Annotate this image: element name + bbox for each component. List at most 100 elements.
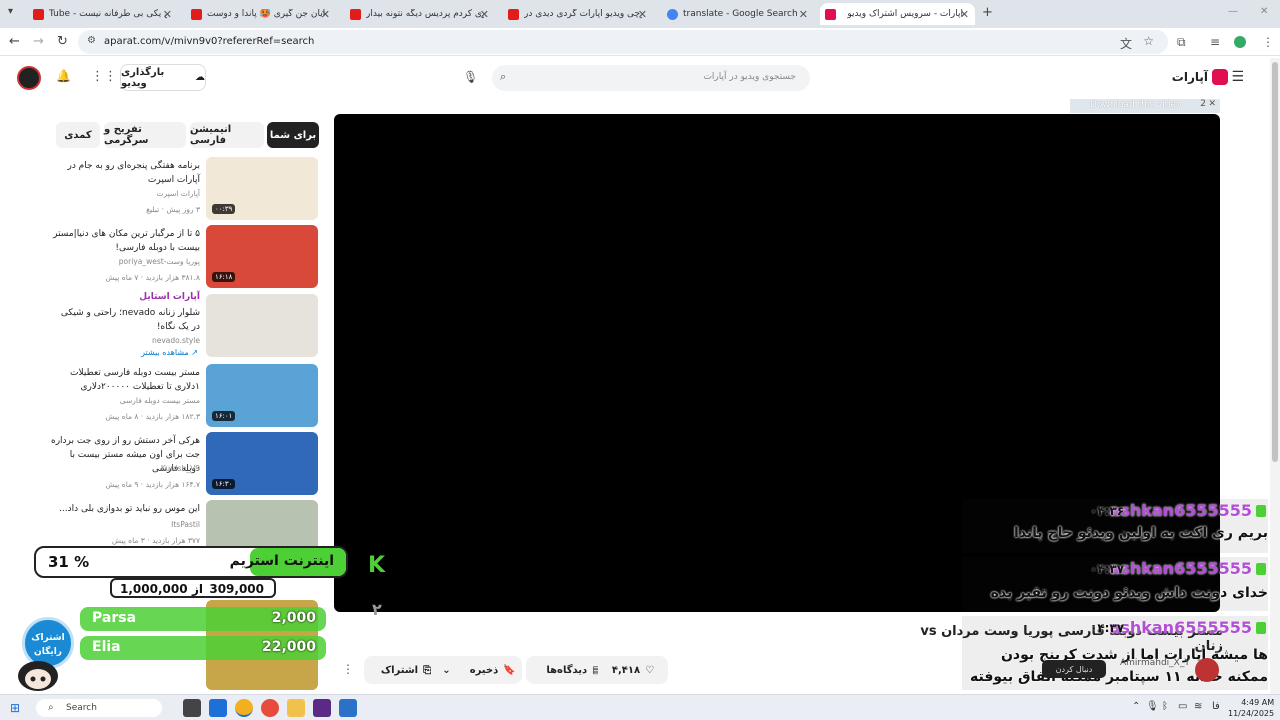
menu-icon[interactable]: ⋮	[1262, 35, 1274, 49]
translate-icon[interactable]: 文	[1120, 35, 1132, 52]
download-label: Download this video	[1090, 100, 1182, 110]
ad-brand: آپارات استایل	[139, 292, 200, 302]
channel-name[interactable]: ItsPastil	[171, 520, 200, 529]
category-comedy[interactable]: کمدی	[56, 122, 100, 148]
tab-list-icon[interactable]: ▾	[8, 6, 13, 17]
minimize-icon[interactable]: —	[1228, 6, 1238, 17]
wifi-icon[interactable]: ≋	[1194, 701, 1202, 712]
close-icon[interactable]: ✕	[163, 8, 172, 21]
more-options-icon[interactable]: ⋮	[342, 662, 354, 676]
upload-button[interactable]: بارگذاری ویدیو ☁	[120, 64, 206, 91]
recommendation-item[interactable]: ۱۶:۳۰ هرکی آخر دستش رو از روی جت برداره …	[50, 432, 320, 495]
forward-icon[interactable]: →	[33, 34, 44, 49]
aparat-logo[interactable]: آپارات	[1172, 69, 1228, 85]
google-icon	[667, 8, 678, 20]
hamburger-menu-icon[interactable]: ☰	[1231, 69, 1244, 85]
profile-icon[interactable]	[1234, 36, 1246, 48]
task-view-icon[interactable]	[183, 699, 201, 717]
donor-amount: 22,000	[261, 639, 316, 655]
browser-tab[interactable]: translate - Google Search ✕	[662, 3, 814, 25]
ad-item[interactable]: آپارات استایل شلوار زنانه nevado؛ راحتی …	[50, 292, 320, 357]
category-animation[interactable]: انیمیشن فارسی	[190, 122, 264, 148]
duration-badge: ۱۶:۱۸	[212, 272, 236, 282]
close-icon[interactable]: ✕	[638, 8, 647, 21]
donation-goal-box: 1,000,000 از 309,000	[110, 578, 276, 598]
taskbar-app-icon[interactable]	[209, 699, 227, 717]
recommendation-item[interactable]: ۰۰:۳۹ برنامه هفتگی پنجره‌ای رو به جام در…	[50, 157, 320, 220]
chat-username: ashkan6555555	[1109, 559, 1252, 578]
taskbar-app-icon[interactable]	[261, 699, 279, 717]
back-icon[interactable]: ←	[9, 34, 20, 49]
category-entertainment[interactable]: تفریح و سرگرمی	[104, 122, 186, 148]
bell-icon[interactable]: 🔔	[56, 69, 71, 83]
video-title[interactable]: ۵ تا از مرگبار ترین مکان های دنیا|مستر ب…	[50, 227, 200, 255]
save-button[interactable]: ⌄ ذخیره 🔖	[436, 656, 522, 684]
download-video-bar[interactable]: Download this video 2 ✕	[1070, 99, 1220, 113]
bluetooth-icon[interactable]: ᛒ	[1162, 701, 1168, 712]
plus-icon[interactable]: +	[982, 5, 993, 20]
video-thumbnail[interactable]: ۰۰:۳۹	[206, 157, 318, 220]
tray-chevron-icon[interactable]: ⌃	[1132, 701, 1140, 712]
chrome-icon[interactable]	[235, 699, 253, 717]
windows-start-icon[interactable]: ⊞	[10, 701, 20, 715]
video-title[interactable]: مستر بیست دوبله فارسی تعطیلات ۱دلاری تا …	[50, 366, 200, 394]
browser-tab-active[interactable]: آپارات - سرویس اشتراک ویدیو ✕	[820, 3, 975, 25]
clock[interactable]: 4:49 AM 11/24/2025	[1228, 697, 1274, 719]
file-explorer-icon[interactable]	[287, 699, 305, 717]
video-thumbnail[interactable]: ۱۶:۱۸	[206, 225, 318, 288]
browser-tab[interactable]: Tube - این یکی بی طرفانه نیست! ✕	[28, 3, 178, 25]
browser-tab[interactable]: خدایان جن گیری 🥵 پاندا و دوست ✕	[186, 3, 336, 25]
media-icon[interactable]: ≡	[1210, 35, 1220, 49]
recommendation-item[interactable]: ۱۶:۱۸ ۵ تا از مرگبار ترین مکان های دنیا|…	[50, 225, 320, 288]
youtube-icon	[350, 8, 361, 20]
mic-icon[interactable]: 🎙	[463, 70, 478, 84]
battery-icon[interactable]: ▭	[1178, 701, 1187, 712]
user-avatar[interactable]	[17, 66, 41, 90]
address-bar[interactable]: ⚙ aparat.com/v/mivn9v0?refererRef=search…	[78, 30, 1168, 54]
video-thumbnail[interactable]: ۱۶:۰۱	[206, 364, 318, 427]
close-icon[interactable]: ✕	[1208, 99, 1216, 109]
follow-button[interactable]: دنبال کردن	[1042, 660, 1106, 678]
ad-title[interactable]: شلوار زنانه nevado؛ راحتی و شیکی در یک ن…	[50, 306, 200, 334]
close-icon[interactable]: ✕	[960, 8, 969, 21]
ad-thumbnail[interactable]	[206, 294, 318, 357]
taskbar-search[interactable]: ⌕ Search	[36, 699, 162, 717]
search-icon[interactable]: ⌕	[500, 70, 506, 84]
chat-username: ashkan6555555	[1109, 501, 1252, 520]
see-more-link[interactable]: مشاهده بیشتر ↗	[141, 348, 198, 357]
scrollbar-thumb[interactable]	[1272, 62, 1278, 462]
mic-tray-icon[interactable]: 🎙	[1146, 701, 1159, 712]
chat-time: ۰۴:۳۷	[1090, 621, 1125, 635]
close-icon[interactable]: ✕	[799, 8, 808, 21]
browser-tab[interactable]: کاری کردم پردیس دیگه نتونه بیدار ✕	[345, 3, 495, 25]
close-icon[interactable]: ✕	[480, 8, 489, 21]
chat-text: ها میشه اپارات اما از شدت کرینج بودن ممک…	[970, 647, 1268, 685]
duration-badge: ۱۶:۰۱	[212, 411, 236, 421]
video-thumbnail[interactable]: ۱۶:۳۰	[206, 432, 318, 495]
channel-name[interactable]: Kurosh_V9	[161, 464, 200, 473]
browser-tab[interactable]: هرچی ویدیو آپارات گردی دیدی در ✕	[503, 3, 653, 25]
language-indicator[interactable]: فا	[1212, 701, 1220, 712]
donation-title: اینترنت استریم	[229, 553, 334, 569]
category-for-you[interactable]: برای شما	[267, 122, 319, 148]
search-input[interactable]: ⌕ جستجوی ویدیو در آپارات	[492, 65, 810, 91]
channel-name[interactable]: پوریا وست-poriya_west	[119, 257, 200, 266]
bookmark-star-icon[interactable]: ☆	[1143, 34, 1154, 48]
reload-icon[interactable]: ↻	[57, 34, 68, 49]
close-icon[interactable]: ✕	[321, 8, 330, 21]
channel-name[interactable]: آپارات اسپرت	[157, 189, 200, 198]
site-info-icon[interactable]: ⚙	[87, 35, 96, 46]
channel-avatar[interactable]	[1195, 658, 1219, 682]
extensions-icon[interactable]: ⧉	[1177, 35, 1186, 50]
channel-name[interactable]: مستر بیست دوبله فارسی	[120, 396, 200, 405]
share-icon: ⎘	[423, 664, 432, 676]
steam-icon[interactable]	[339, 699, 357, 717]
video-title[interactable]: این موس رو نباید تو بدوازی بلی داد...	[50, 502, 200, 516]
close-window-icon[interactable]: ✕	[1260, 6, 1268, 17]
channel-name[interactable]: Amirmahdi_X_Y	[1120, 658, 1190, 668]
recommendation-item[interactable]: ۱۶:۰۱ مستر بیست دوبله فارسی تعطیلات ۱دلا…	[50, 364, 320, 427]
video-title[interactable]: برنامه هفتگی پنجره‌ای رو به جام در آپارا…	[50, 159, 200, 187]
like-button[interactable]: ۴,۴۱۸ ♡	[598, 656, 668, 684]
apps-grid-icon[interactable]: ⋮⋮	[91, 69, 117, 84]
taskbar-app-icon[interactable]	[313, 699, 331, 717]
